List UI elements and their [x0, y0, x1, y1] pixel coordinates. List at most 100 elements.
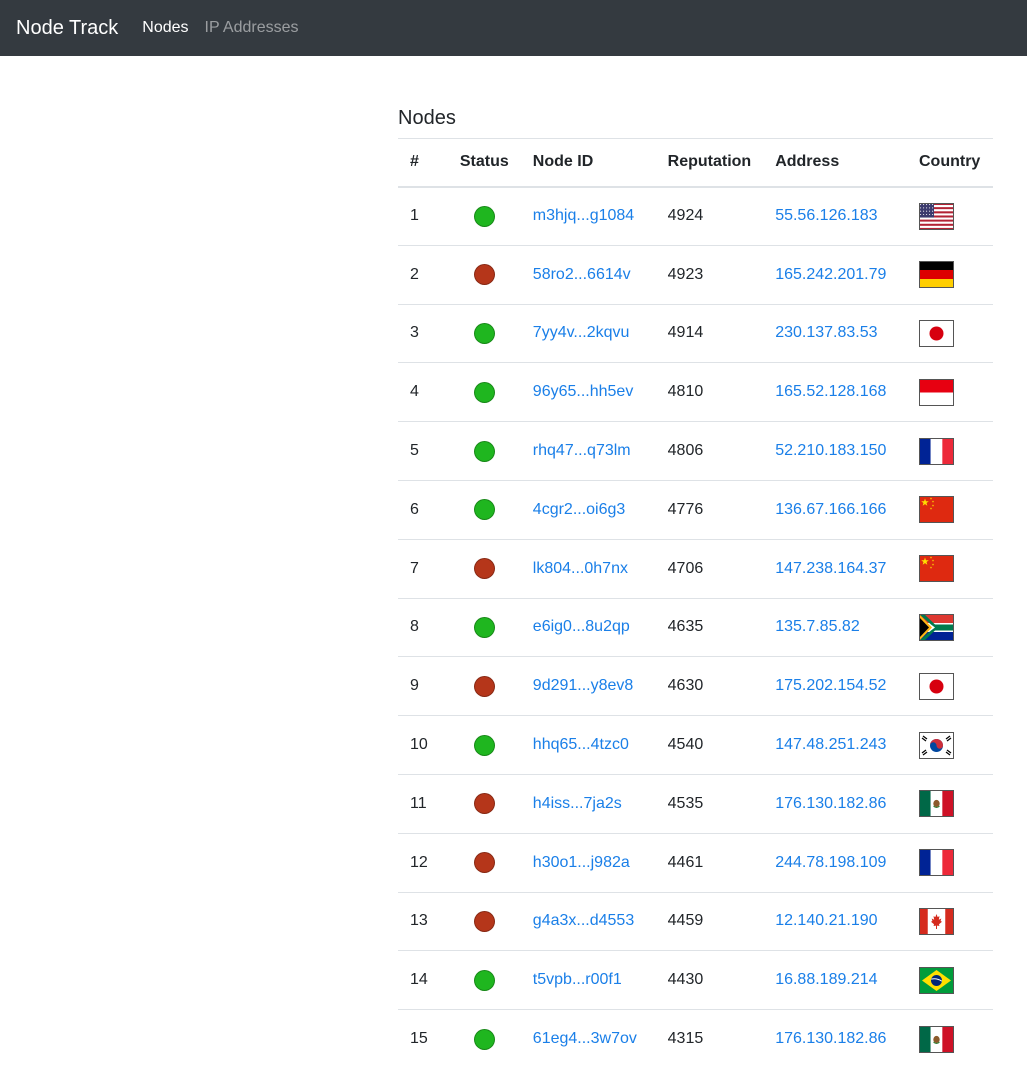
address-link[interactable]: 135.7.85.82 [775, 618, 860, 635]
status-online-indicator [473, 381, 495, 403]
address-link[interactable]: 55.56.126.183 [775, 207, 877, 224]
flag-mx-icon [918, 790, 954, 818]
address-link[interactable]: 147.238.164.37 [775, 560, 886, 577]
status-offline-indicator [473, 852, 495, 874]
table-row: 15 61eg4...3w7ov 4315 176.130.182.86 [398, 1010, 993, 1068]
row-number: 15 [410, 1030, 428, 1048]
node-id-link[interactable]: lk804...0h7nx [533, 560, 628, 577]
status-online-indicator [473, 616, 495, 638]
node-id-cell: 4cgr2...oi6g3 [521, 480, 656, 539]
node-id-link[interactable]: h30o1...j982a [533, 854, 630, 871]
reputation-cell: 4315 [667, 1030, 704, 1048]
node-id-link[interactable]: m3hjq...g1084 [533, 207, 634, 224]
node-id-link[interactable]: e6ig0...8u2qp [533, 618, 630, 635]
node-id-cell: 7yy4v...2kqvu [521, 304, 656, 363]
country-cell [907, 657, 993, 716]
address-cell: 176.130.182.86 [763, 1010, 907, 1068]
node-id-link[interactable]: t5vpb...r00f1 [533, 971, 622, 988]
column-header-number: # [410, 153, 419, 171]
status-cell [448, 245, 521, 304]
column-header-status: Status [459, 153, 509, 171]
address-link[interactable]: 176.130.182.86 [775, 1030, 886, 1047]
country-cell [907, 774, 993, 833]
node-id-link[interactable]: 9d291...y8ev8 [533, 677, 634, 694]
node-id-link[interactable]: g4a3x...d4553 [533, 912, 634, 929]
node-id-cell: 61eg4...3w7ov [521, 1010, 656, 1068]
node-id-link[interactable]: 96y65...hh5ev [533, 383, 634, 400]
row-number: 2 [410, 265, 419, 283]
brand-link[interactable]: Node Track [16, 17, 118, 40]
node-id-cell: h4iss...7ja2s [521, 774, 656, 833]
node-id-link[interactable]: 61eg4...3w7ov [533, 1030, 637, 1047]
nav-link-nodes[interactable]: Nodes [142, 19, 188, 37]
reputation-cell: 4923 [667, 265, 704, 283]
table-row: 3 7yy4v...2kqvu 4914 230.137.83.53 [398, 304, 993, 363]
status-online-indicator [473, 969, 495, 991]
node-id-cell: t5vpb...r00f1 [521, 951, 656, 1010]
page-title: Nodes [398, 107, 456, 129]
address-link[interactable]: 165.242.201.79 [775, 266, 886, 283]
reputation-cell: 4706 [667, 559, 704, 577]
node-id-link[interactable]: hhq65...4tzc0 [533, 736, 629, 753]
address-link[interactable]: 147.48.251.243 [775, 736, 886, 753]
address-link[interactable]: 52.210.183.150 [775, 442, 886, 459]
address-cell: 176.130.182.86 [763, 774, 907, 833]
status-offline-indicator [473, 558, 495, 580]
status-offline-indicator [473, 793, 495, 815]
address-cell: 52.210.183.150 [763, 422, 907, 481]
address-link[interactable]: 244.78.198.109 [775, 854, 886, 871]
flag-jp-icon [918, 672, 954, 700]
column-header-country: Country [918, 153, 981, 171]
node-id-link[interactable]: 58ro2...6614v [533, 266, 631, 283]
table-row: 5 rhq47...q73lm 4806 52.210.183.150 [398, 422, 993, 481]
table-row: 13 g4a3x...d4553 4459 12.140.21.190 [398, 892, 993, 951]
country-cell [907, 716, 993, 775]
table-row: 6 4cgr2...oi6g3 4776 136.67.166.166 [398, 480, 993, 540]
nav-link-ip-addresses[interactable]: IP Addresses [205, 19, 299, 37]
row-number: 5 [410, 442, 419, 460]
address-link[interactable]: 175.202.154.52 [775, 677, 886, 694]
country-cell [907, 187, 993, 246]
status-cell [448, 187, 521, 246]
address-cell: 147.48.251.243 [763, 716, 907, 775]
address-link[interactable]: 230.137.83.53 [775, 324, 877, 341]
nodes-table: # Status Node ID Reputation Address Coun… [398, 138, 993, 1068]
row-number: 14 [410, 971, 428, 989]
flag-ca-icon [918, 907, 954, 935]
reputation-cell: 4914 [667, 324, 704, 342]
address-cell: 230.137.83.53 [763, 304, 907, 363]
flag-fr-icon [918, 849, 954, 877]
country-cell [907, 1010, 993, 1068]
node-id-link[interactable]: 7yy4v...2kqvu [533, 324, 630, 341]
flag-de-icon [918, 261, 954, 289]
address-cell: 165.242.201.79 [763, 245, 907, 304]
node-id-link[interactable]: 4cgr2...oi6g3 [533, 501, 626, 518]
address-cell: 55.56.126.183 [763, 187, 907, 246]
flag-id-icon [918, 378, 954, 406]
node-id-cell: rhq47...q73lm [521, 422, 656, 481]
country-cell [907, 363, 993, 422]
address-link[interactable]: 16.88.189.214 [775, 971, 877, 988]
node-id-link[interactable]: rhq47...q73lm [533, 442, 631, 459]
flag-kr-icon [918, 731, 954, 759]
reputation-cell: 4540 [667, 736, 704, 754]
node-id-cell: h30o1...j982a [521, 833, 656, 892]
row-number: 8 [410, 618, 419, 636]
top-navbar: Node Track Nodes IP Addresses [0, 0, 1027, 56]
address-link[interactable]: 136.67.166.166 [775, 501, 886, 518]
flag-mx-icon [918, 1025, 954, 1053]
reputation-cell: 4810 [667, 383, 704, 401]
node-id-link[interactable]: h4iss...7ja2s [533, 795, 622, 812]
address-link[interactable]: 12.140.21.190 [775, 912, 877, 929]
address-link[interactable]: 165.52.128.168 [775, 383, 886, 400]
address-link[interactable]: 176.130.182.86 [775, 795, 886, 812]
country-cell [907, 951, 993, 1010]
main-content: Nodes # Status Node ID Reputation Addres… [398, 104, 993, 1068]
row-number: 7 [410, 559, 419, 577]
status-online-indicator [473, 205, 495, 227]
flag-br-icon [918, 966, 954, 994]
country-cell [907, 304, 993, 363]
status-online-indicator [473, 499, 495, 521]
status-cell [448, 304, 521, 363]
table-row: 1 m3hjq...g1084 4924 55.56.126.183 [398, 187, 993, 246]
